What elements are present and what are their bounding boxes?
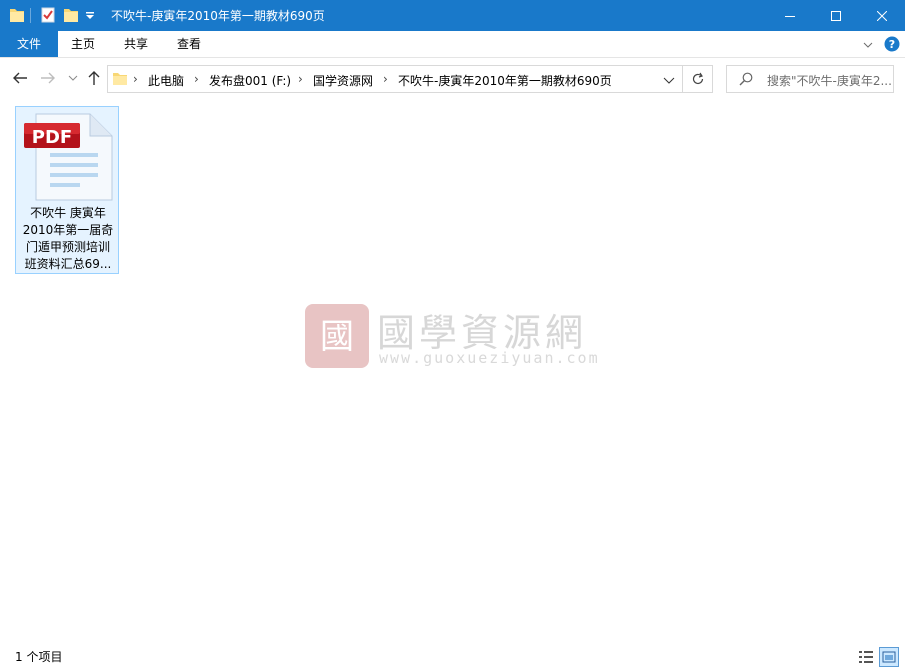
forward-arrow-icon <box>41 72 55 84</box>
breadcrumb-folder[interactable]: 国学资源网 <box>313 72 373 89</box>
folder-icon <box>9 6 25 24</box>
refresh-icon <box>692 72 703 85</box>
back-arrow-icon <box>13 72 27 84</box>
details-view-button[interactable] <box>856 647 876 667</box>
file-name: 不吹牛 庚寅年 2010年第一届奇 门遁甲预测培训 班资料汇总69... <box>22 206 114 271</box>
maximize-icon <box>831 10 841 21</box>
breadcrumb-separator[interactable]: › <box>194 72 199 86</box>
ribbon: 文件 主页 共享 查看 ? <box>0 31 905 58</box>
breadcrumb-current-folder[interactable]: 不吹牛-庚寅年2010年第一期教材690页 <box>398 72 612 89</box>
breadcrumb-separator[interactable]: › <box>383 72 388 86</box>
close-icon <box>877 10 887 21</box>
svg-text:?: ? <box>889 38 895 51</box>
svg-text:國: 國 <box>320 317 354 357</box>
item-count: 1 个项目 <box>15 650 63 664</box>
minimize-button[interactable] <box>767 0 813 31</box>
search-input[interactable]: 搜索"不吹牛-庚寅年2... <box>767 72 891 89</box>
file-item[interactable]: PDF 不吹牛 庚寅年 2010年第一届奇 门遁甲预测培训 班资料汇总69... <box>15 106 119 274</box>
back-button[interactable] <box>10 68 30 88</box>
search-icon <box>739 72 753 89</box>
file-list-area[interactable]: PDF 不吹牛 庚寅年 2010年第一届奇 门遁甲预测培训 班资料汇总69...… <box>0 98 905 644</box>
forward-button[interactable] <box>38 68 58 88</box>
address-bar[interactable]: › 此电脑 › 发布盘001 (F:) › 国学资源网 › 不吹牛-庚寅年201… <box>107 65 683 93</box>
customize-quick-access-icon[interactable] <box>85 10 95 28</box>
tab-home[interactable]: 主页 <box>58 31 108 57</box>
breadcrumb-separator[interactable]: › <box>298 72 303 86</box>
tab-share[interactable]: 共享 <box>110 31 162 57</box>
maximize-button[interactable] <box>813 0 859 31</box>
up-arrow-icon <box>88 71 100 85</box>
up-button[interactable] <box>84 68 104 88</box>
folder-icon <box>112 71 128 90</box>
toolbar-divider <box>30 8 31 23</box>
chevron-down-icon <box>68 75 78 81</box>
tab-file[interactable]: 文件 <box>0 31 58 57</box>
recent-locations-button[interactable] <box>63 68 83 88</box>
details-view-icon <box>859 651 873 663</box>
window-title: 不吹牛-庚寅年2010年第一期教材690页 <box>111 9 325 23</box>
address-history-dropdown[interactable] <box>663 75 675 89</box>
navigation-bar: › 此电脑 › 发布盘001 (F:) › 国学资源网 › 不吹牛-庚寅年201… <box>0 58 905 98</box>
watermark-url: www.guoxueziyuan.com <box>379 349 600 367</box>
watermark: 國 國學資源網 www.guoxueziyuan.com <box>305 304 605 375</box>
pdf-file-icon: PDF <box>22 111 114 206</box>
properties-icon[interactable] <box>40 6 56 24</box>
expand-ribbon-icon[interactable] <box>862 39 874 53</box>
search-box[interactable]: 搜索"不吹牛-庚寅年2... <box>726 65 894 93</box>
title-bar: 不吹牛-庚寅年2010年第一期教材690页 <box>0 0 905 31</box>
chevron-down-icon <box>663 77 675 84</box>
close-button[interactable] <box>859 0 905 31</box>
breadcrumb-this-pc[interactable]: 此电脑 <box>148 72 184 89</box>
status-bar: 1 个项目 <box>0 644 905 669</box>
large-icons-view-button[interactable] <box>879 647 899 667</box>
refresh-button[interactable] <box>683 65 713 93</box>
help-icon[interactable]: ? <box>884 36 900 55</box>
minimize-icon <box>785 15 795 17</box>
large-icons-view-icon <box>882 651 896 663</box>
breadcrumb-separator[interactable]: › <box>133 72 138 86</box>
svg-text:PDF: PDF <box>32 127 72 148</box>
new-folder-icon[interactable] <box>63 6 79 24</box>
breadcrumb-drive[interactable]: 发布盘001 (F:) <box>209 72 291 89</box>
tab-view[interactable]: 查看 <box>163 31 215 57</box>
